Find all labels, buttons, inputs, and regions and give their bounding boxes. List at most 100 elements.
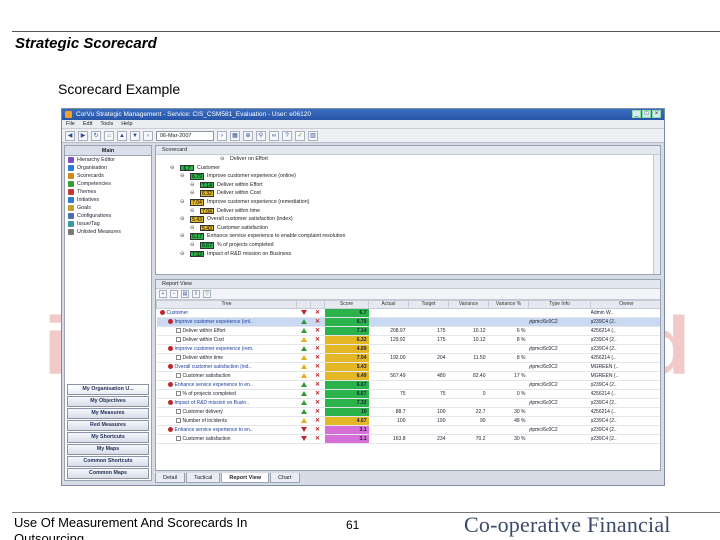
tree-expander-icon[interactable]: ⊖ [190,224,194,233]
scorecard-tree-row[interactable]: ⊖ Deliver on Effort [156,155,660,164]
prev-date-icon[interactable]: ‹ [143,130,153,141]
filter-icon[interactable]: ⚲ [256,130,266,141]
navigator-item[interactable]: Issue/Tag [65,220,151,228]
menu-item-help[interactable]: Help [121,120,132,128]
home-icon[interactable]: ⌂ [104,130,114,141]
scorecard-tree-row[interactable]: ⊖ 6.7 Customer [156,164,660,173]
print-icon[interactable]: ▤ [181,290,189,298]
scorecard-tree-row[interactable]: ⊖ 5.43 Customer satisfaction [156,224,660,233]
report-row[interactable]: Deliver within Effort ✕ 7.14 208.97 175 10.12… [156,326,660,336]
export-icon[interactable]: ⇪ [192,290,200,298]
filter-icon[interactable]: ▽ [203,290,211,298]
scorecard-tree-row[interactable]: ⊖ 6.32 Deliver within Cost [156,189,660,198]
column-header[interactable]: Tree [156,300,297,309]
tree-expander-icon[interactable]: ⊖ [180,198,184,207]
report-row[interactable]: Customer satisfaction ✕ 3.1 163.8 234 70.2 30 … [156,434,660,444]
tree-expander-icon[interactable]: ⊖ [170,164,174,173]
expand-icon[interactable]: + [159,290,167,298]
navigator-item[interactable]: Hierarchy Editor [65,156,151,164]
report-row[interactable]: Improve customer experience (rem.. ✕ 4.89 y… [156,344,660,354]
menu-item-file[interactable]: File [66,120,75,128]
navigator-item[interactable]: Unlisted Measures [65,228,151,236]
calendar-icon[interactable]: ▦ [230,130,240,141]
column-header[interactable] [296,300,311,309]
close-button[interactable]: × [652,110,661,118]
tab-tactical[interactable]: Tactical [186,473,221,483]
report-row[interactable]: Improve customer experience (onl.. ✕ 6.79 y… [156,317,660,327]
forward-icon[interactable]: ▶ [78,130,88,141]
nav-button[interactable]: My Objectives [67,396,149,407]
minimize-button[interactable]: _ [632,110,641,118]
column-header[interactable]: Variance % [488,300,529,309]
scorecard-scrollbar[interactable] [653,155,660,274]
down-icon[interactable]: ▼ [130,130,140,141]
back-icon[interactable]: ◀ [65,130,75,141]
column-header[interactable]: Score [324,300,369,309]
column-header[interactable]: Target [408,300,449,309]
collapse-icon[interactable]: − [170,290,178,298]
scorecard-tree-row[interactable]: ⊖ 7.04 Deliver within time [156,207,660,216]
tab-report-view[interactable]: Report View [221,473,270,483]
report-row[interactable]: Impact of R&D mission on Busin.. ✕ 7.32 ytp… [156,398,660,408]
report-row[interactable]: Customer delivery ✕ 10 88.7 100 22.7 30 % 42562… [156,407,660,417]
tree-expander-icon[interactable]: ⊖ [180,215,184,224]
tree-expander-icon[interactable]: ⊖ [180,232,184,241]
nav-button[interactable]: My Measures [67,408,149,419]
next-date-icon[interactable]: › [217,130,227,141]
tree-expander-icon[interactable]: ⊖ [190,207,194,216]
nav-button[interactable]: My Shortcuts [67,432,149,443]
tab-detail[interactable]: Detail [155,473,186,483]
maximize-button[interactable]: □ [642,110,651,118]
tree-expander-icon[interactable]: ⊖ [180,250,184,259]
report-row[interactable]: Enhance service experience to en.. ✕ 6.67 y… [156,380,660,390]
scorecard-tree-row[interactable]: ⊖ 7.04 Improve customer experience (remedi… [156,198,660,207]
navigator-item[interactable]: Configurations [65,212,151,220]
column-header[interactable]: Variance [448,300,489,309]
navigator-item[interactable]: Themes [65,188,151,196]
zoom-icon[interactable]: ⊕ [243,130,253,141]
nav-button[interactable]: Common Shortcuts [67,456,149,467]
date-field[interactable]: 06-Mar-2007 [156,130,214,141]
report-row[interactable]: Deliver within Cost ✕ 6.32 129.92 175 10.12 8 … [156,335,660,345]
scorecard-tree-row[interactable]: ⊖ 6.79 Improve customer experience (online… [156,172,660,181]
navigator-item[interactable]: Organisation [65,164,151,172]
navigator-item[interactable]: Initiatives [65,196,151,204]
scorecard-tree-row[interactable]: ⊖ 7.14 Deliver within Effort [156,181,660,190]
navigator-item[interactable]: Scorecards [65,172,151,180]
tree-expander-icon[interactable]: ⊖ [220,155,224,164]
report-row[interactable]: % of projects completed ✕ 6.67 75 75 0 0 % 4256… [156,389,660,399]
menu-item-tools[interactable]: Tools [100,120,113,128]
scorecard-tree-row[interactable]: ⊖ 6.67% of projects completed [156,241,660,250]
report-row[interactable]: Number of incidents ✕ 4.67 100 190 90 48 % p239… [156,416,660,426]
tree-expander-icon[interactable]: ⊖ [190,181,194,190]
check-icon[interactable]: ✓ [295,130,305,141]
report-row[interactable]: Overall customer satisfaction (ind.. ✕ 5.4… [156,362,660,372]
nav-button[interactable]: Common Maps [67,468,149,479]
navigator-item[interactable]: Competencies [65,180,151,188]
report-row[interactable]: Customer ✕ 6.7 Admin W.. [156,308,660,318]
tab-chart[interactable]: Chart [270,473,300,483]
report-row[interactable]: Customer satisfaction ✕ 6.49 567.49 480 82.40… [156,371,660,381]
navigator-item[interactable]: Goals [65,204,151,212]
up-icon[interactable]: ▲ [117,130,127,141]
tree-expander-icon[interactable]: ⊖ [190,189,194,198]
nav-button[interactable]: My Organisation U... [67,384,149,395]
report-row[interactable]: Enhance service experience to en.. ✕ 3.1 yt… [156,425,660,435]
scorecard-tree-row[interactable]: ⊖ 5.43 Overall customer satisfaction (inde… [156,215,660,224]
column-header[interactable]: Type Info [528,300,591,309]
help-icon[interactable]: ? [282,130,292,141]
report-row[interactable]: Deliver within time ✕ 7.04 192.00 204 11.50 8 … [156,353,660,363]
menu-item-edit[interactable]: Edit [83,120,92,128]
chart-icon[interactable]: ▥ [308,130,318,141]
nav-button[interactable]: Red Measures [67,420,149,431]
column-header[interactable]: Actual [368,300,409,309]
nav-button[interactable]: My Maps [67,444,149,455]
scorecard-tree-row[interactable]: ⊖ 5.17 Enhance service experience to enabl… [156,232,660,241]
refresh-icon[interactable]: ↻ [91,130,101,141]
scorecard-tree-row[interactable]: ⊖ 7.32 Impact of R&D mission on Business [156,250,660,259]
link-icon[interactable]: ∞ [269,130,279,141]
column-header[interactable] [310,300,325,309]
tree-expander-icon[interactable]: ⊖ [190,241,194,250]
tree-expander-icon[interactable]: ⊖ [180,172,184,181]
column-header[interactable]: Owner [590,300,660,309]
